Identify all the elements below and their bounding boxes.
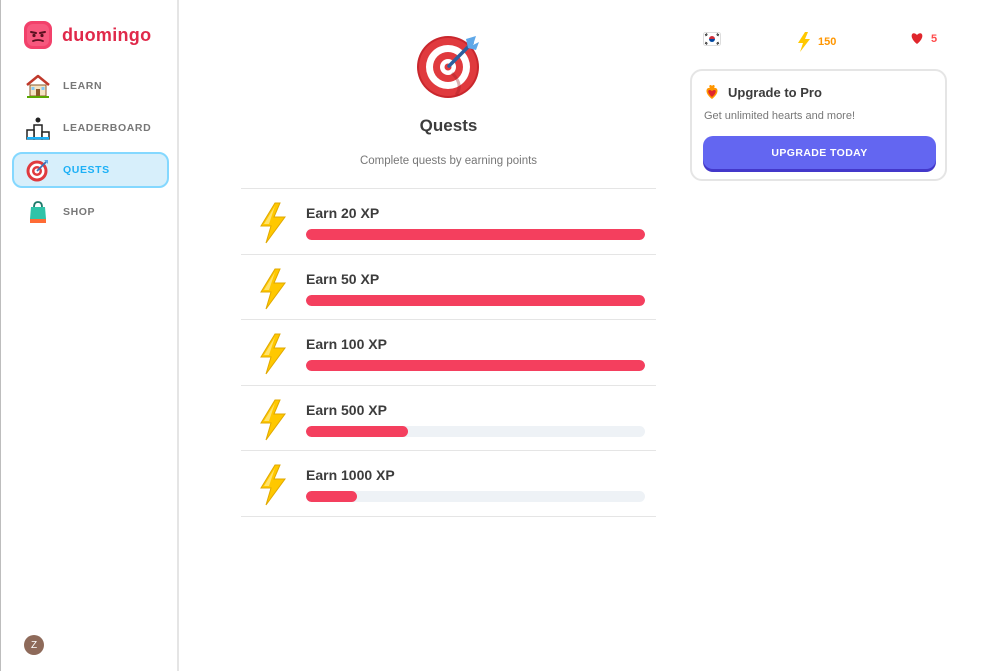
quest-row: Earn 100 XP bbox=[241, 320, 656, 386]
sidebar-item-quests[interactable]: QUESTS bbox=[12, 152, 169, 188]
language-selector[interactable] bbox=[703, 32, 721, 46]
quest-progress-fill bbox=[306, 425, 408, 437]
sidebar-item-label: QUESTS bbox=[63, 164, 110, 176]
heart-icon bbox=[911, 33, 923, 44]
quest-progress-bar bbox=[306, 294, 645, 306]
quest-row: Earn 500 XP bbox=[241, 386, 656, 451]
quest-progress-bar bbox=[306, 229, 645, 240]
lightning-bolt-icon bbox=[260, 464, 286, 506]
quest-progress-bar bbox=[306, 491, 645, 502]
xp-counter[interactable]: 150 bbox=[797, 32, 836, 52]
sidebar-item-label: LEARN bbox=[63, 80, 103, 92]
target-icon bbox=[417, 36, 479, 98]
target-icon bbox=[25, 157, 51, 183]
quest-row: Earn 20 XP bbox=[241, 189, 656, 255]
brand-logo[interactable]: duomingo bbox=[23, 20, 151, 50]
pro-card-description: Get unlimited hearts and more! bbox=[704, 110, 856, 122]
quest-progress-fill bbox=[306, 294, 645, 306]
podium-icon bbox=[25, 115, 51, 141]
quest-row: Earn 1000 XP bbox=[241, 451, 656, 517]
top-stats: 150 5 bbox=[703, 32, 943, 52]
quest-title: Earn 20 XP bbox=[306, 205, 380, 221]
lightning-bolt-icon bbox=[798, 32, 810, 52]
quest-progress-bar bbox=[306, 425, 645, 437]
flaming-heart-icon bbox=[706, 84, 718, 99]
lightning-bolt-icon bbox=[260, 268, 286, 309]
quest-list: Earn 20 XP Earn 50 XP Earn 100 XP Earn 5… bbox=[241, 188, 656, 517]
sidebar-item-leaderboard[interactable]: LEADERBOARD bbox=[12, 110, 169, 146]
sidebar-item-shop[interactable]: SHOP bbox=[12, 194, 169, 230]
south-korea-flag-icon bbox=[703, 32, 721, 46]
avatar[interactable]: Z bbox=[24, 635, 44, 655]
sidebar: duomingo LEARN LEADERBOARD QUESTS SHOP Z bbox=[0, 0, 179, 671]
quest-progress-fill bbox=[306, 491, 357, 502]
quest-progress-bar bbox=[306, 360, 645, 371]
lightning-bolt-icon bbox=[260, 333, 286, 375]
quest-progress-fill bbox=[306, 229, 645, 240]
sidebar-item-learn[interactable]: LEARN bbox=[12, 68, 169, 104]
quest-title: Earn 1000 XP bbox=[306, 467, 395, 483]
sidebar-nav: LEARN LEADERBOARD QUESTS SHOP bbox=[12, 68, 169, 236]
lightning-bolt-icon bbox=[260, 399, 286, 440]
upgrade-pro-card: Upgrade to Pro Get unlimited hearts and … bbox=[690, 69, 947, 181]
lightning-bolt-icon bbox=[260, 202, 286, 244]
quest-progress-fill bbox=[306, 360, 645, 371]
pro-title-text: Upgrade to Pro bbox=[728, 84, 822, 100]
quest-title: Earn 50 XP bbox=[306, 270, 380, 287]
house-icon bbox=[25, 73, 51, 99]
page-title: Quests bbox=[419, 116, 478, 135]
hearts-counter[interactable]: 5 bbox=[910, 32, 937, 45]
sidebar-item-label: SHOP bbox=[63, 206, 96, 218]
xp-value: 150 bbox=[818, 36, 837, 48]
sidebar-item-label: LEADERBOARD bbox=[63, 122, 152, 134]
page-subtitle: Complete quests by earning points bbox=[359, 155, 538, 167]
pro-card-title: Upgrade to Pro bbox=[704, 84, 822, 100]
shopping-bag-icon bbox=[25, 199, 51, 225]
app: duomingo LEARN LEADERBOARD QUESTS SHOP Z… bbox=[0, 0, 1008, 671]
quest-row: Earn 50 XP bbox=[241, 255, 656, 320]
hearts-value: 5 bbox=[931, 32, 938, 45]
quest-title: Earn 500 XP bbox=[306, 401, 387, 418]
quest-title: Earn 100 XP bbox=[306, 336, 387, 352]
logo-face-icon bbox=[24, 21, 52, 49]
upgrade-today-button[interactable]: UPGRADE TODAY bbox=[703, 136, 936, 169]
brand-name: duomingo bbox=[62, 24, 152, 45]
